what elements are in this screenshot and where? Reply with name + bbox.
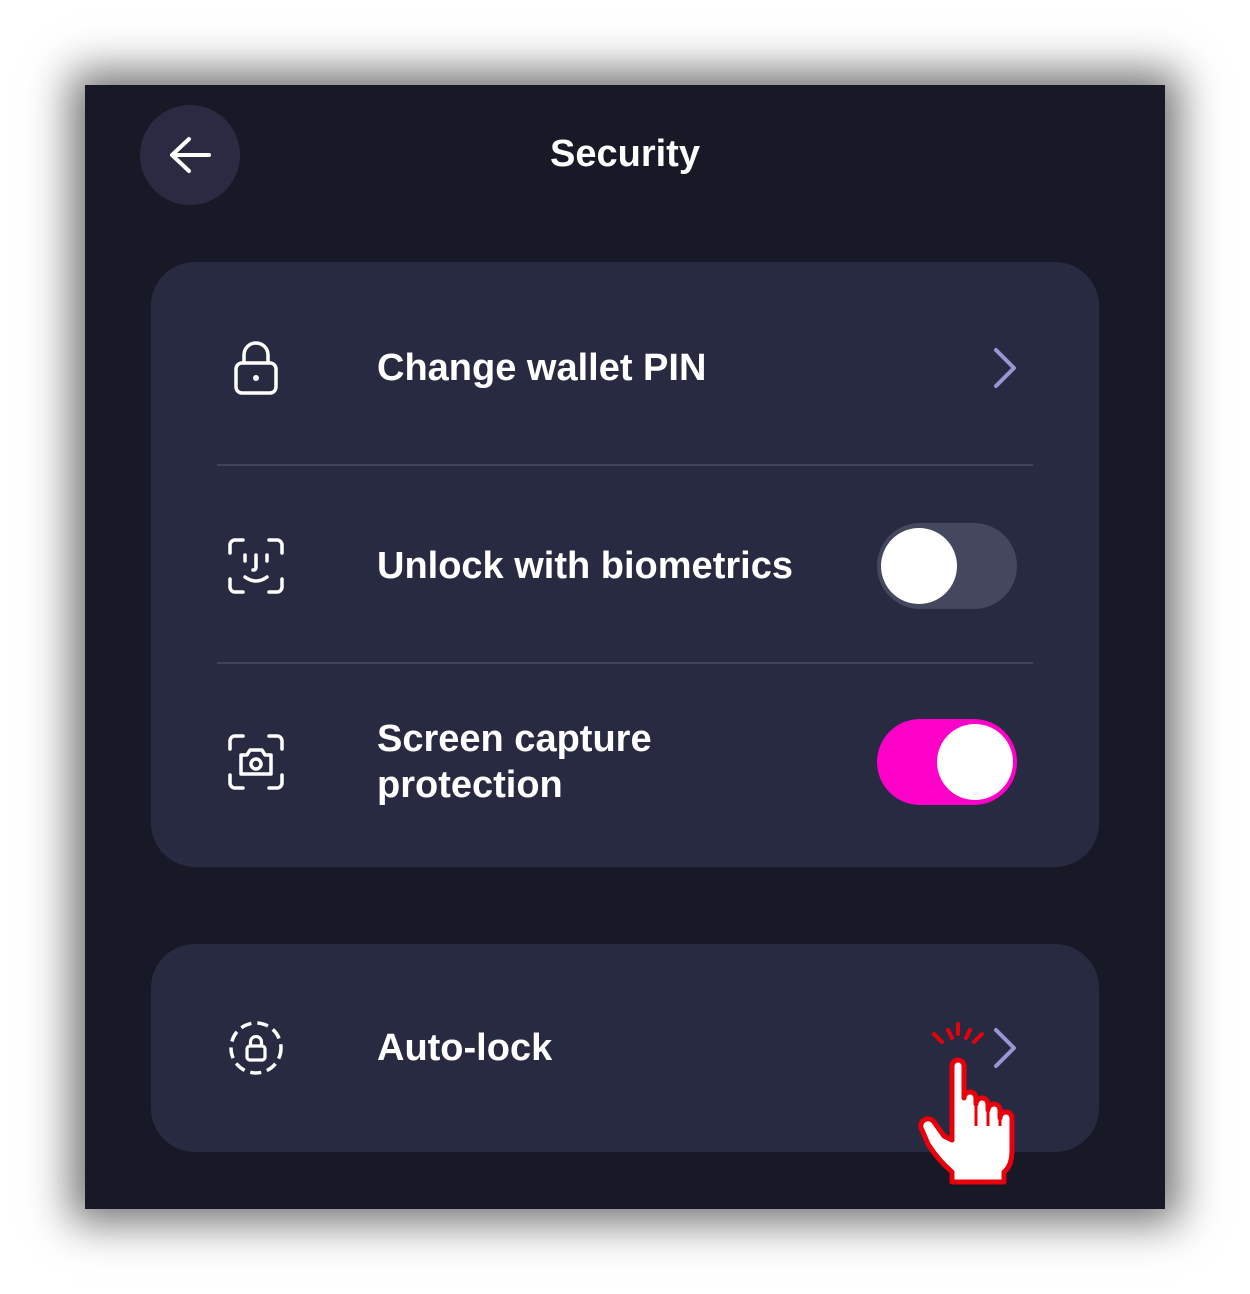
lock-icon [223, 335, 289, 401]
hand-pointer-cursor-icon [918, 1022, 1015, 1185]
chevron-right-icon [985, 343, 1025, 393]
face-id-icon [223, 533, 289, 599]
change-pin-label: Change wallet PIN [377, 347, 707, 389]
security-settings-card: Change wallet PIN Unlock with biometrics… [151, 262, 1099, 867]
biometrics-label: Unlock with biometrics [377, 545, 793, 587]
screen-capture-label: Screen capture protection [377, 718, 652, 806]
camera-scan-icon [223, 729, 289, 795]
auto-lock-label: Auto-lock [377, 1027, 553, 1069]
toggle-knob [881, 528, 957, 604]
header: Security [85, 85, 1165, 235]
screen-capture-row: Screen capture protection [151, 702, 1099, 822]
lock-timer-icon [223, 1015, 289, 1081]
divider [217, 662, 1033, 664]
divider [217, 464, 1033, 466]
screen-capture-toggle[interactable] [877, 719, 1017, 805]
toggle-knob [937, 724, 1013, 800]
change-pin-row[interactable]: Change wallet PIN [151, 318, 1099, 418]
biometrics-toggle[interactable] [877, 523, 1017, 609]
page-title: Security [550, 133, 700, 175]
biometrics-row: Unlock with biometrics [151, 516, 1099, 616]
